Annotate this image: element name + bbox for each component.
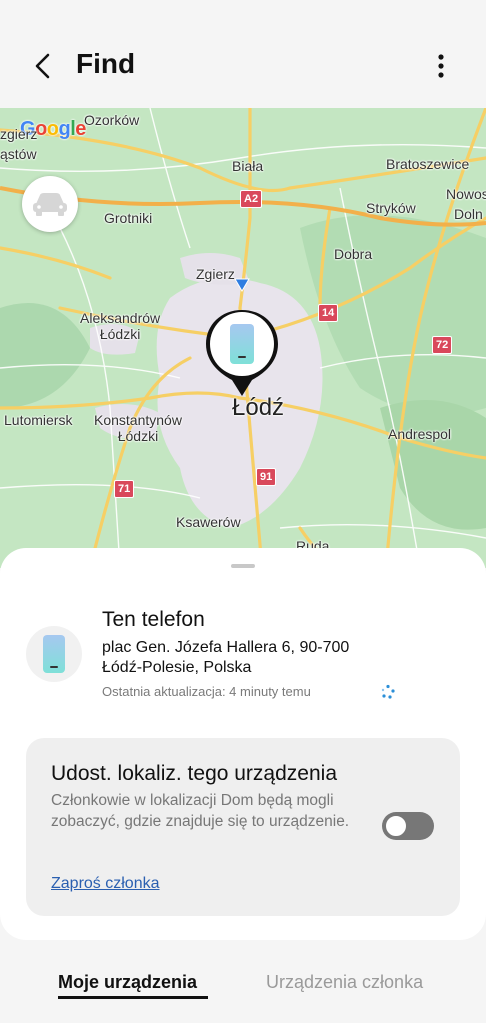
tab-member-devices[interactable]: Urządzenia członka [266, 972, 423, 993]
map-label-biala: Biała [232, 158, 264, 174]
map-label-andrespol: Andrespol [388, 426, 452, 442]
chevron-left-icon [35, 53, 50, 79]
map-label-ksawerow: Ksawerów [176, 514, 241, 530]
tab-my-devices[interactable]: Moje urządzenia [58, 972, 197, 993]
map-label-aleksandrow: Aleksandrów Łódzki [80, 310, 161, 342]
road-badge-72: 72 [432, 336, 453, 354]
map-label-dolna: Doln [454, 206, 483, 222]
device-location-pin-icon [206, 310, 278, 396]
toggle-knob [384, 814, 408, 838]
page-title: Find [76, 48, 136, 79]
device-address: plac Gen. Józefa Hallera 6, 90-700 Łódź-… [102, 638, 402, 678]
phone-icon [43, 635, 65, 673]
road-badge-71: 71 [114, 480, 135, 498]
map-label-stow: ąstów [0, 146, 37, 162]
map-label-zgierz: Zgierz [196, 266, 235, 282]
map-label-zgierz-partial: zgierz [0, 126, 38, 142]
road-badge-91: 91 [256, 468, 277, 486]
active-tab-indicator [58, 996, 208, 999]
more-options-button[interactable] [426, 48, 456, 84]
more-vertical-icon [438, 54, 444, 78]
map-label-nowost: Nowost [446, 186, 486, 202]
last-update-text: Ostatnia aktualizacja: 4 minuty temu [102, 684, 311, 699]
share-location-title: Udost. lokaliz. tego urządzenia [51, 762, 337, 785]
map-view[interactable]: Google zgierz ąstów Ozorków Biała Bratos… [0, 108, 486, 568]
map-label-grotniki: Grotniki [104, 210, 153, 226]
map-label-lutomiersk: Lutomiersk [4, 412, 73, 428]
invite-member-link[interactable]: Zaproś członka [51, 875, 160, 893]
navigation-arrow-icon [234, 278, 250, 292]
map-label-bratoszewice: Bratoszewice [386, 156, 470, 172]
road-badge-14: 14 [318, 304, 339, 322]
device-details-sheet: Ten telefon plac Gen. Józefa Hallera 6, … [0, 548, 486, 940]
map-label-strykow: Stryków [366, 200, 416, 216]
map-label-lodz: Łódź [232, 394, 285, 421]
refresh-spinner-icon[interactable] [380, 684, 396, 700]
map-label-dobra: Dobra [334, 246, 373, 262]
address-line-1: plac Gen. Józefa Hallera 6, 90-700 [102, 639, 350, 656]
device-name: Ten telefon [102, 608, 205, 631]
back-button[interactable] [26, 48, 60, 84]
share-location-card: Udost. lokaliz. tego urządzenia Członkow… [26, 738, 460, 916]
share-location-description: Członkowie w lokalizacji Dom będą mogli … [51, 792, 350, 830]
map-label-konstantynow: Konstantynów Łódzki [94, 412, 182, 444]
directions-car-button[interactable] [22, 176, 78, 232]
map-label-ozorkow: Ozorków [84, 112, 140, 128]
car-icon [33, 193, 67, 216]
road-badge-a2: A2 [240, 190, 263, 208]
address-line-2: Łódź-Polesie, Polska [102, 659, 252, 676]
app-header: Find [0, 0, 486, 108]
share-location-toggle[interactable] [382, 812, 434, 840]
bottom-tab-bar: Moje urządzenia Urządzenia członka [0, 952, 486, 1012]
sheet-drag-handle[interactable] [231, 564, 255, 568]
device-avatar [26, 626, 82, 682]
